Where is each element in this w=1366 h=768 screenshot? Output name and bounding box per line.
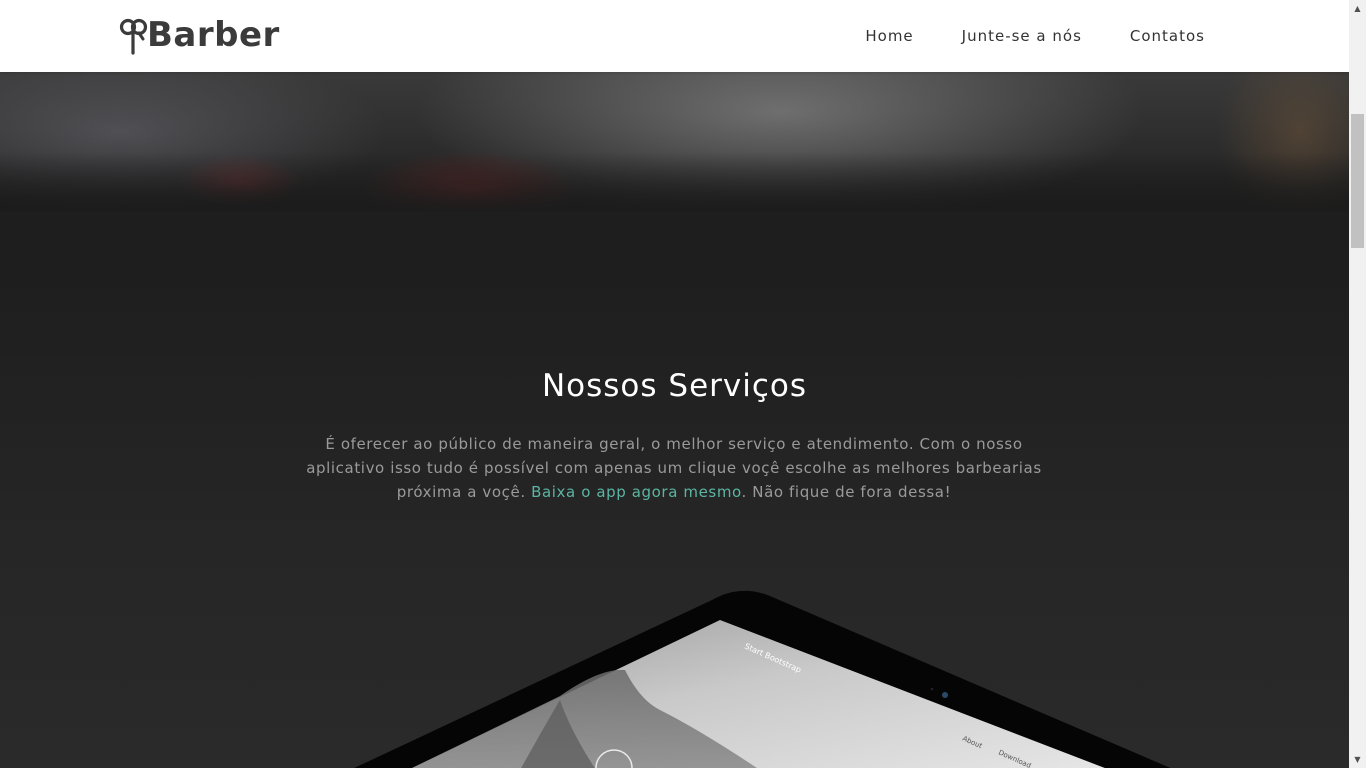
scrollbar-thumb[interactable] [1351,114,1364,248]
nav-link-join[interactable]: Junte-se a nós [962,27,1082,45]
vertical-scrollbar[interactable]: ▲ ▼ [1349,0,1366,768]
scroll-up-arrow-icon[interactable]: ▲ [1349,0,1366,17]
scissors-logo-icon [119,18,148,55]
brand-name: Barber [147,15,280,55]
hero-image [0,72,1349,212]
services-title: Nossos Serviços [541,368,808,404]
brand-logo[interactable]: Barber [119,12,280,58]
nav-link-contacts[interactable]: Contatos [1130,27,1205,45]
navbar: Barber Home Junte-se a nós Contatos [0,0,1349,72]
services-description: É oferecer ao público de maneira geral, … [304,432,1044,504]
nav-link-home[interactable]: Home [865,27,913,45]
tablet-mockup: Start Bootstrap About Download [0,560,1349,768]
nav-links: Home Junte-se a nós Contatos [865,0,1205,72]
download-app-link[interactable]: Baixa o app agora mesmo [531,483,741,501]
services-text-after: . Não fique de fora dessa! [741,483,952,501]
scroll-down-arrow-icon[interactable]: ▼ [1349,751,1366,768]
tablet-device-image: Start Bootstrap About Download [354,590,1171,768]
page-viewport: Barber Home Junte-se a nós Contatos Noss… [0,0,1349,768]
